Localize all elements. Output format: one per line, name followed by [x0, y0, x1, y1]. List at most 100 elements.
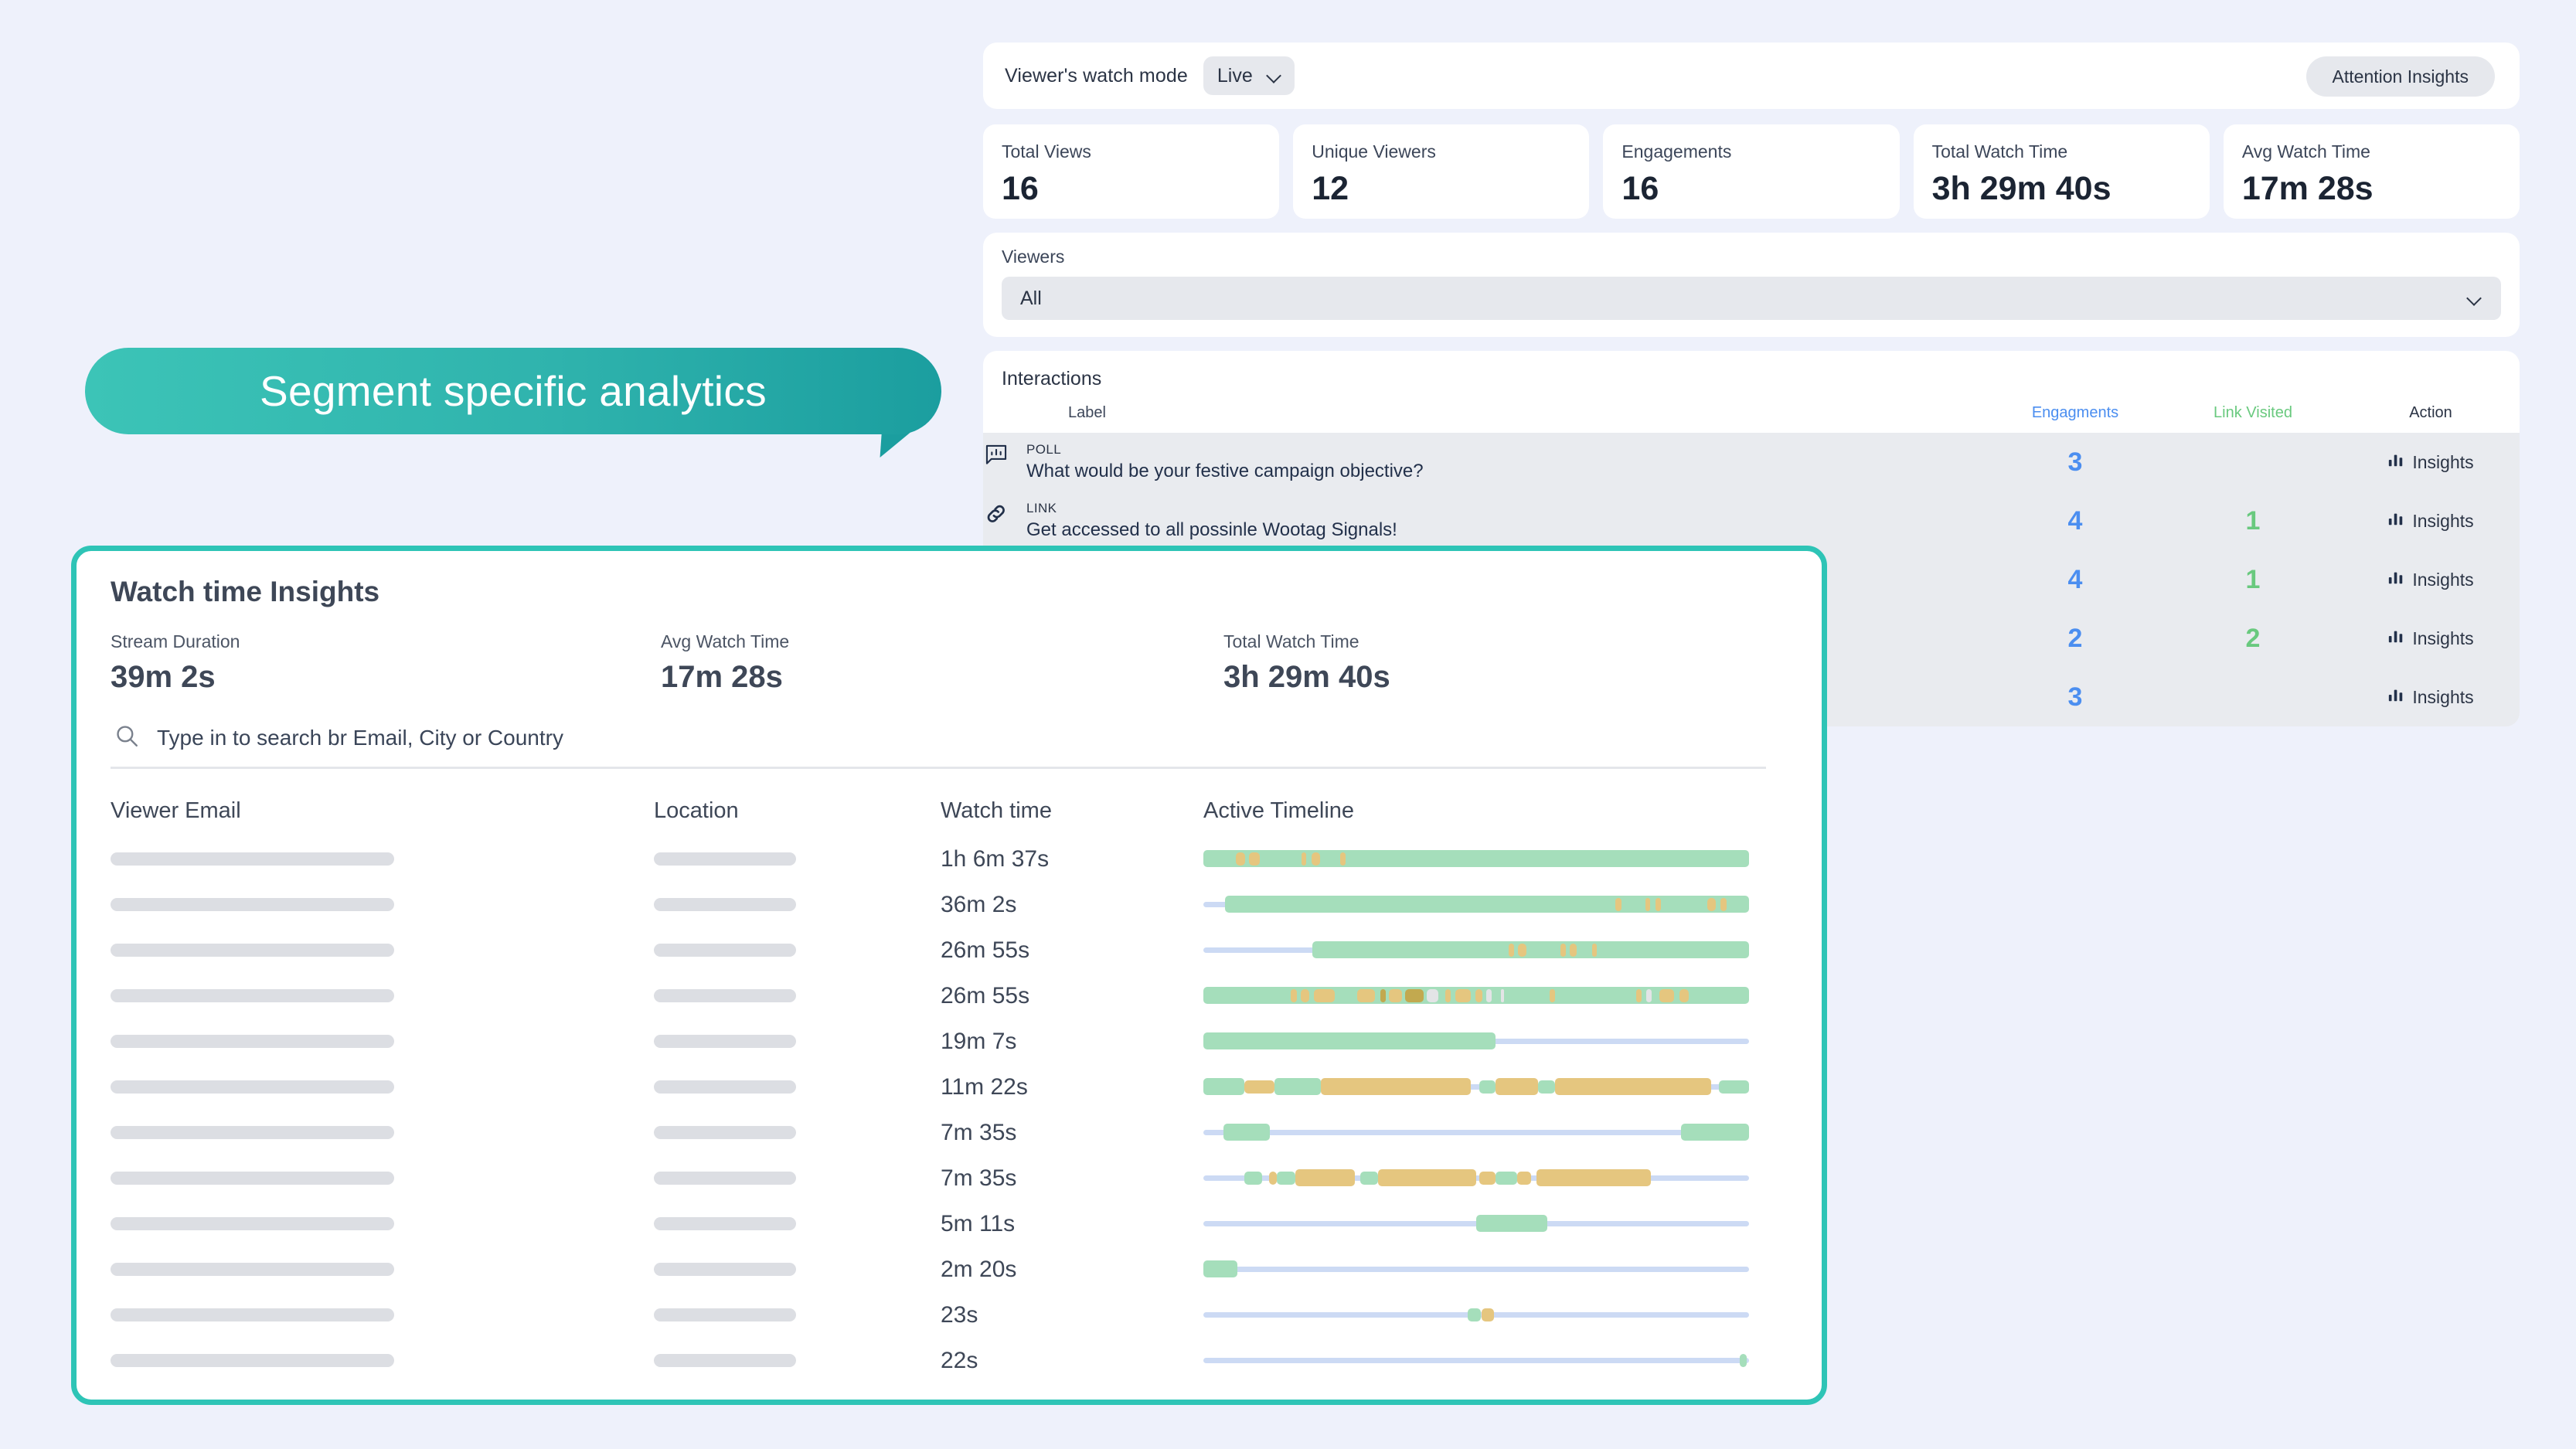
- column-header-engagements[interactable]: Engagments: [1986, 400, 2164, 433]
- timeline-segment: [1592, 944, 1597, 957]
- insights-action-label: Insights: [2412, 511, 2473, 532]
- viewer-email-cell: [111, 1354, 654, 1367]
- timeline-segment: [1636, 989, 1642, 1002]
- insights-action-button[interactable]: Insights: [2387, 510, 2473, 532]
- stat-value: 17m 28s: [2242, 170, 2501, 208]
- viewer-row[interactable]: 26m 55s: [111, 927, 1788, 973]
- link-visited-count: 1: [2164, 550, 2342, 609]
- viewer-row[interactable]: 7m 35s: [111, 1155, 1788, 1201]
- active-timeline-cell: [1203, 850, 1788, 869]
- action-cell: Insights: [2342, 550, 2520, 609]
- active-timeline-cell: [1203, 1078, 1788, 1097]
- action-cell: Insights: [2342, 668, 2520, 726]
- watch-time-value: 2m 20s: [941, 1257, 1203, 1283]
- viewer-email-cell: [111, 1217, 654, 1230]
- active-timeline-cell: [1203, 1260, 1788, 1279]
- viewer-email-cell: [111, 898, 654, 911]
- skeleton-bar: [111, 1263, 394, 1276]
- stat-value: 3h 29m 40s: [1932, 170, 2191, 208]
- skeleton-bar: [111, 1035, 394, 1048]
- action-cell: Insights: [2342, 433, 2520, 492]
- stat-value: 16: [1621, 170, 1880, 208]
- viewer-email-cell: [111, 944, 654, 957]
- active-timeline-cell: [1203, 896, 1788, 914]
- viewer-row[interactable]: 11m 22s: [111, 1064, 1788, 1110]
- timeline-track[interactable]: [1203, 896, 1749, 914]
- timeline-track[interactable]: [1203, 941, 1749, 960]
- timeline-segment: [1236, 852, 1244, 866]
- viewer-row[interactable]: 1h 6m 37s: [111, 836, 1788, 882]
- viewer-search-bar[interactable]: [111, 723, 1766, 769]
- bar-chart-icon: [2387, 569, 2404, 590]
- active-timeline-cell: [1203, 1124, 1788, 1142]
- watch-time-value: 5m 11s: [941, 1211, 1203, 1237]
- watch-mode-select[interactable]: Live: [1203, 56, 1295, 95]
- viewer-row[interactable]: 19m 7s: [111, 1019, 1788, 1064]
- timeline-segment: [1340, 852, 1346, 866]
- skeleton-bar: [111, 989, 394, 1002]
- skeleton-bar: [654, 1035, 796, 1048]
- timeline-segment: [1244, 1172, 1262, 1185]
- timeline-segment: [1427, 989, 1438, 1002]
- stat-avg-watch-time: Avg Watch Time 17m 28s: [661, 631, 1223, 695]
- viewer-email-cell: [111, 1126, 654, 1139]
- table-row[interactable]: LINKGet accessed to all possinle Wootag …: [983, 492, 2520, 550]
- insights-action-button[interactable]: Insights: [2387, 451, 2473, 473]
- column-header-label: Label: [983, 400, 1986, 433]
- callout-text: Segment specific analytics: [260, 366, 767, 416]
- timeline-track[interactable]: [1203, 1215, 1749, 1233]
- timeline-segment: [1357, 989, 1375, 1002]
- timeline-track[interactable]: [1203, 1260, 1749, 1279]
- timeline-track[interactable]: [1203, 1352, 1749, 1370]
- timeline-baseline: [1203, 1267, 1749, 1272]
- timeline-segment: [1496, 1172, 1517, 1185]
- engagements-count: 4: [1986, 550, 2164, 609]
- timeline-track[interactable]: [1203, 1306, 1749, 1325]
- viewer-row[interactable]: 22s: [111, 1338, 1788, 1383]
- search-input[interactable]: [157, 726, 1766, 750]
- insights-action-button[interactable]: Insights: [2387, 628, 2473, 649]
- skeleton-bar: [654, 944, 796, 957]
- timeline-segment: [1719, 1080, 1749, 1094]
- active-timeline-cell: [1203, 1032, 1788, 1051]
- stat-label: Total Watch Time: [1223, 631, 1788, 652]
- timeline-track[interactable]: [1203, 850, 1749, 869]
- timeline-segment: [1389, 989, 1402, 1002]
- timeline-track[interactable]: [1203, 1124, 1749, 1142]
- stat-card: Avg Watch Time17m 28s: [2224, 124, 2520, 219]
- column-header-link-visited[interactable]: Link Visited: [2164, 400, 2342, 433]
- viewers-select[interactable]: All: [1002, 277, 2501, 320]
- timeline-segment: [1536, 1169, 1651, 1186]
- skeleton-bar: [111, 944, 394, 957]
- attention-insights-button[interactable]: Attention Insights: [2306, 56, 2495, 97]
- column-header-action: Action: [2342, 400, 2520, 433]
- app-root: Viewer's watch mode Live Attention Insig…: [0, 0, 2576, 1449]
- insights-action-button[interactable]: Insights: [2387, 569, 2473, 590]
- timeline-segment: [1615, 898, 1621, 911]
- watch-time-insights-panel: Watch time Insights Stream Duration 39m …: [71, 546, 1827, 1405]
- engagements-count: 4: [1986, 492, 2164, 550]
- location-cell: [654, 1080, 941, 1094]
- insights-action-label: Insights: [2412, 570, 2473, 590]
- timeline-track[interactable]: [1203, 1169, 1749, 1188]
- skeleton-bar: [111, 852, 394, 866]
- viewer-row[interactable]: 26m 55s: [111, 973, 1788, 1019]
- location-cell: [654, 1126, 941, 1139]
- timeline-segment: [1321, 1078, 1471, 1095]
- timeline-track[interactable]: [1203, 1078, 1749, 1097]
- skeleton-bar: [111, 1308, 394, 1321]
- timeline-segment: [1378, 1169, 1476, 1186]
- column-header-viewer-email: Viewer Email: [111, 798, 654, 824]
- viewer-row[interactable]: 2m 20s: [111, 1247, 1788, 1292]
- viewer-row[interactable]: 5m 11s: [111, 1201, 1788, 1247]
- insights-action-button[interactable]: Insights: [2387, 686, 2473, 708]
- watch-time-value: 23s: [941, 1302, 1203, 1328]
- viewer-row[interactable]: 7m 35s: [111, 1110, 1788, 1155]
- timeline-segment: [1550, 989, 1555, 1002]
- timeline-track[interactable]: [1203, 987, 1749, 1005]
- timeline-track[interactable]: [1203, 1032, 1749, 1051]
- viewer-row[interactable]: 23s: [111, 1292, 1788, 1338]
- viewer-row[interactable]: 36m 2s: [111, 882, 1788, 927]
- timeline-segment: [1659, 989, 1674, 1002]
- table-row[interactable]: POLLWhat would be your festive campaign …: [983, 433, 2520, 492]
